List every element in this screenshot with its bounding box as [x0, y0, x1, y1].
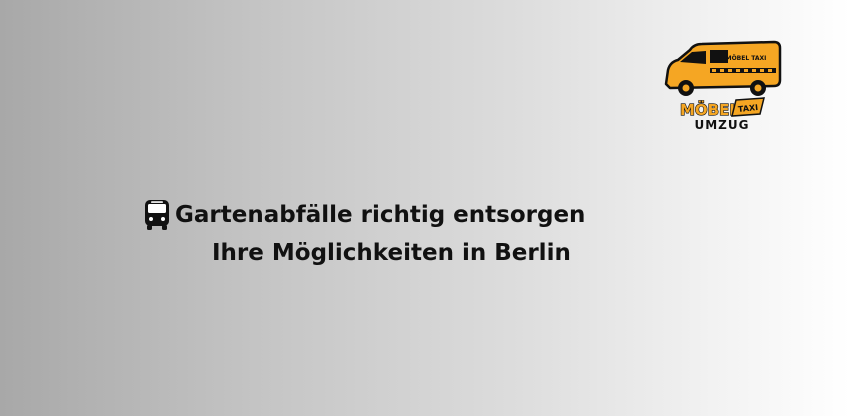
bus-icon: [145, 200, 169, 230]
headline-line-2: Ihre Möglichkeiten in Berlin: [212, 240, 571, 266]
brand-main-text: MÖBEL: [680, 100, 739, 119]
headline-line-1: Gartenabfälle richtig entsorgen: [143, 196, 703, 234]
brand-logo: MÖBEL TAXI MÖBEL TAXI UMZUG: [660, 38, 784, 134]
headline: Gartenabfälle richtig entsorgen Ihre Mög…: [143, 196, 703, 272]
headline-text-1: Gartenabfälle richtig entsorgen: [175, 202, 586, 228]
van-label: MÖBEL TAXI: [726, 55, 767, 62]
brand-sub-text: UMZUG: [694, 118, 750, 132]
